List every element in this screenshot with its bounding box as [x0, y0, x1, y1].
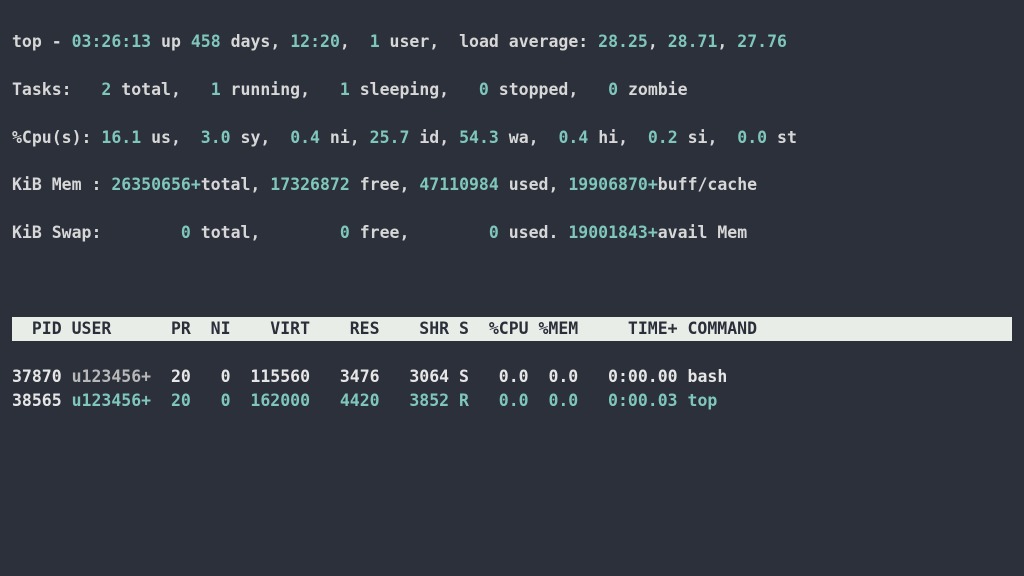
cpu-us: 16.1 [101, 128, 141, 147]
tasks-running: 1 [211, 80, 221, 99]
process-row[interactable]: 37870 u123456+ 20 0 115560 3476 3064 S 0… [12, 365, 1012, 389]
tasks-sleeping: 1 [340, 80, 350, 99]
user: u123456+ [62, 367, 171, 386]
load-1m: 28.25 [598, 32, 648, 51]
swap-used: 0 [489, 223, 499, 242]
tasks-line: Tasks: 2 total, 1 running, 1 sleeping, 0… [12, 78, 1012, 102]
terminal[interactable]: top - 03:26:13 up 458 days, 12:20, 1 use… [0, 0, 1024, 443]
cpu-ni: 0.4 [290, 128, 320, 147]
mem-free: 17326872 [270, 175, 349, 194]
uptime-hm: 12:20 [290, 32, 340, 51]
load-5m: 28.71 [668, 32, 718, 51]
process-stats: 20 0 115560 3476 3064 S 0.0 0.0 0:00.00 … [171, 367, 727, 386]
swap-free: 0 [340, 223, 350, 242]
cpu-sy: 3.0 [201, 128, 231, 147]
load-15m: 27.76 [737, 32, 787, 51]
cpu-id: 25.7 [370, 128, 410, 147]
tasks-zombie: 0 [608, 80, 618, 99]
blank-line [12, 269, 1012, 293]
process-row[interactable]: 38565 u123456+ 20 0 162000 4420 3852 R 0… [12, 389, 1012, 413]
pid: 38565 [12, 391, 62, 410]
mem-line: KiB Mem : 26350656+total, 17326872 free,… [12, 173, 1012, 197]
tasks-stopped: 0 [479, 80, 489, 99]
user: u123456+ [62, 391, 171, 410]
cpu-hi: 0.4 [558, 128, 588, 147]
process-stats: 20 0 162000 4420 3852 R 0.0 0.0 0:00.03 … [171, 391, 717, 410]
mem-used: 47110984 [419, 175, 498, 194]
uptime-days: 458 [191, 32, 221, 51]
swap-line: KiB Swap: 0 total, 0 free, 0 used. 19001… [12, 221, 1012, 245]
column-header: PID USER PR NI VIRT RES SHR S %CPU %MEM … [12, 317, 1012, 341]
swap-total: 0 [181, 223, 191, 242]
cpu-line: %Cpu(s): 16.1 us, 3.0 sy, 0.4 ni, 25.7 i… [12, 126, 1012, 150]
process-list: 37870 u123456+ 20 0 115560 3476 3064 S 0… [12, 365, 1012, 413]
cpu-st: 0.0 [737, 128, 767, 147]
mem-buff: 19906870+ [568, 175, 657, 194]
summary-line: top - 03:26:13 up 458 days, 12:20, 1 use… [12, 30, 1012, 54]
tasks-total: 2 [101, 80, 111, 99]
cpu-wa: 54.3 [459, 128, 499, 147]
pid: 37870 [12, 367, 62, 386]
cpu-si: 0.2 [648, 128, 678, 147]
user-count: 1 [370, 32, 380, 51]
swap-avail: 19001843+ [568, 223, 657, 242]
time: 03:26:13 [72, 32, 151, 51]
top-prefix: top - [12, 32, 72, 51]
mem-total: 26350656+ [111, 175, 200, 194]
